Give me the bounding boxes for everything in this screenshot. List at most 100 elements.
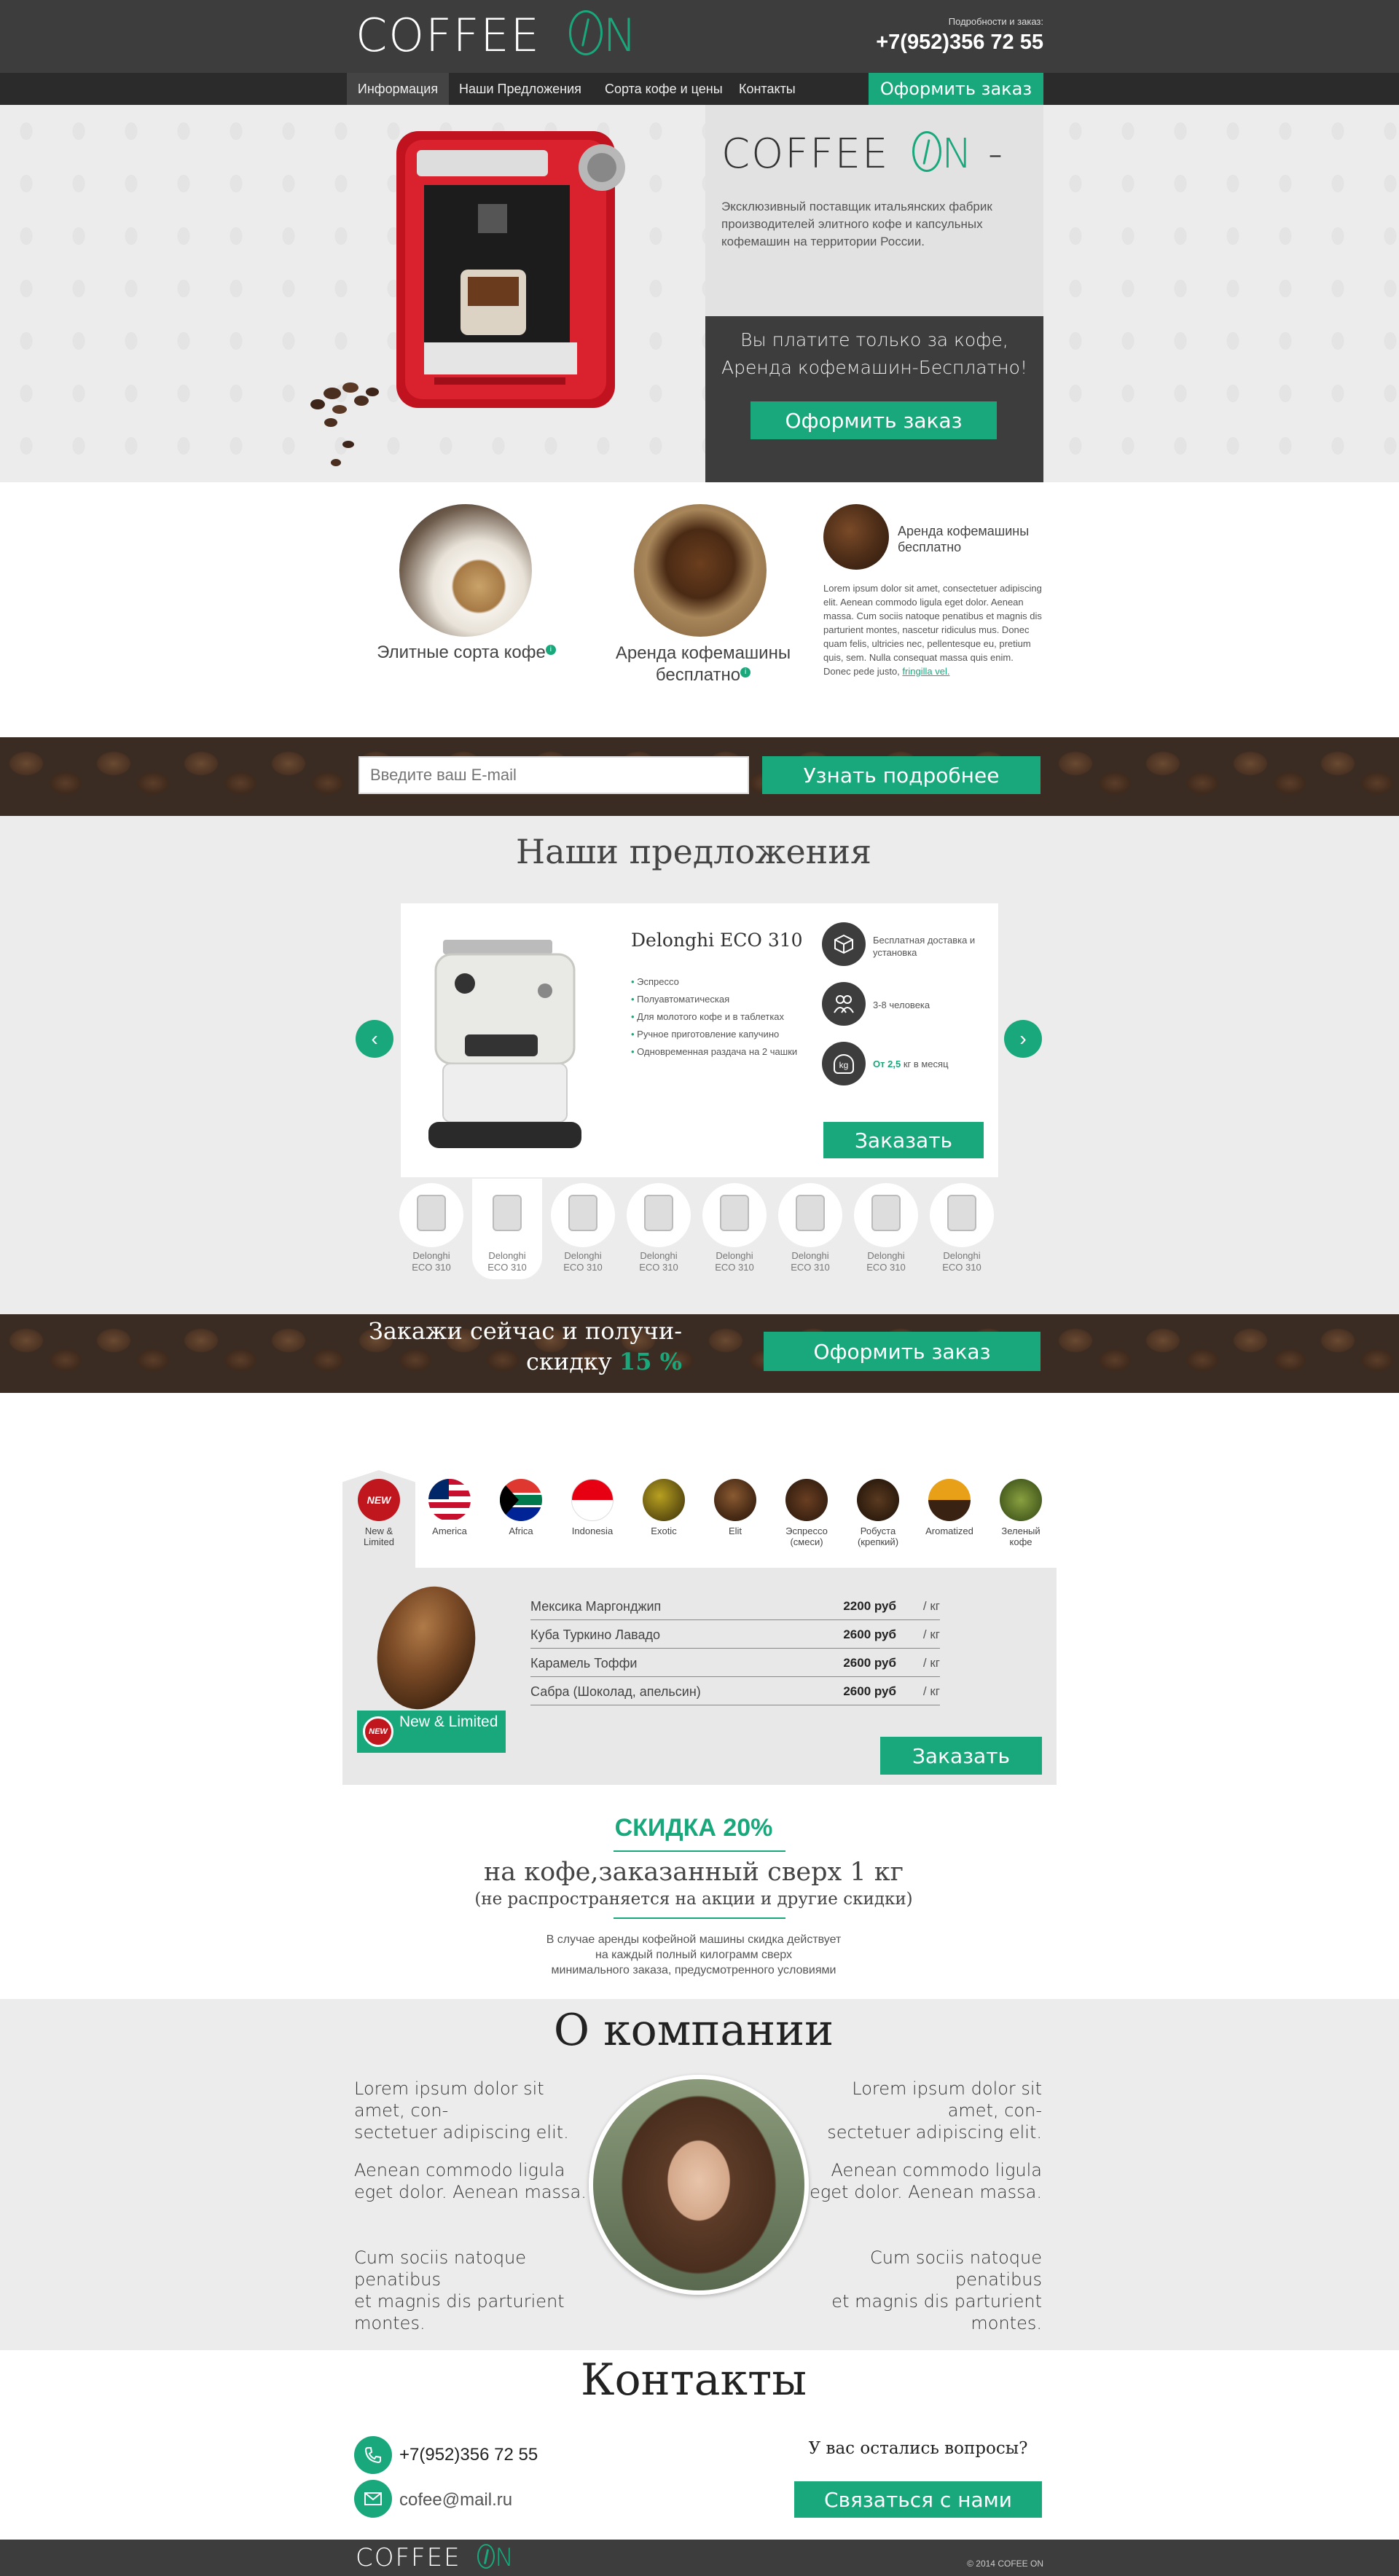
about-title: О компании: [553, 2005, 834, 2056]
about-text-line: Lorem ipsum dolor sit amet, con-: [354, 2078, 544, 2121]
about-right-1: Lorem ipsum dolor sit amet, con-sectetue…: [802, 2078, 1042, 2143]
about-text-line: et magnis dis parturient montes.: [831, 2291, 1042, 2333]
thumb-label-line2: ECO 310: [487, 1262, 527, 1273]
product-thumb[interactable]: Delonghi ECO 310: [396, 1179, 466, 1279]
contacts-phone[interactable]: +7(952)356 72 55: [399, 2445, 538, 2465]
tab-label-line1: Aromatized: [925, 1525, 973, 1536]
tab-new-limited[interactable]: NEW New & Limited: [346, 1479, 412, 1547]
price-row-price: 2200 руб: [843, 1599, 896, 1613]
discount-line2: скидку 15 %: [344, 1348, 682, 1375]
product-thumb[interactable]: Delonghi ECO 310: [700, 1179, 769, 1279]
header-phone[interactable]: +7(952)356 72 55: [825, 31, 1043, 55]
feature-rental-link[interactable]: fringilla vel.: [902, 666, 949, 677]
new-badge-text: NEW: [369, 1727, 388, 1736]
price-row-price: 2600 руб: [843, 1684, 896, 1698]
product-thumb[interactable]: Delonghi ECO 310: [775, 1179, 845, 1279]
tab-green-coffee[interactable]: Зеленый кофе: [988, 1479, 1054, 1547]
feature-rental-title: Аренда кофемашины бесплатно: [898, 524, 1030, 554]
tab-elit[interactable]: Elit: [702, 1479, 768, 1536]
price-row-unit: / кг: [922, 1684, 940, 1698]
price-row-name: Куба Туркино Лавадо: [530, 1627, 660, 1642]
tab-espresso[interactable]: Эспрессо (смеси): [774, 1479, 839, 1547]
header-logo[interactable]: COFFEE N: [356, 10, 638, 61]
product-thumb[interactable]: Delonghi ECO 310: [927, 1179, 997, 1279]
contact-us-button[interactable]: Связаться с нами: [794, 2481, 1042, 2518]
sale-note-line: на каждый полный килограмм сверх: [595, 1949, 792, 1961]
thumb-label-line2: ECO 310: [866, 1262, 906, 1273]
contacts-email[interactable]: cofee@mail.ru: [399, 2490, 512, 2510]
varieties-order-button[interactable]: Заказать: [880, 1737, 1042, 1775]
product-thumb-active[interactable]: Delonghi ECO 310: [472, 1179, 542, 1279]
hero-logo-text: COFFEE: [721, 130, 890, 178]
thumb-image: [778, 1183, 842, 1247]
product-feature-item: • Эспрессо: [631, 976, 679, 987]
thumb-label-line2: ECO 310: [412, 1262, 451, 1273]
nav-item-info[interactable]: Информация: [347, 73, 449, 105]
price-row-price: 2600 руб: [843, 1627, 896, 1641]
product-features-list: • Эспрессо • Полуавтоматическая • Для мо…: [631, 973, 828, 1061]
green-coffee-icon: [1000, 1479, 1042, 1521]
nav-order-button[interactable]: Оформить заказ: [869, 73, 1043, 105]
hero-section: [0, 105, 1399, 482]
coffee-beans-image: [823, 504, 889, 570]
nav-item-contacts[interactable]: Контакты: [739, 73, 796, 105]
varieties-label-text: New & Limited: [399, 1713, 498, 1730]
thumb-label-line1: Delonghi: [564, 1250, 602, 1261]
new-badge-icon: NEW: [363, 1716, 393, 1747]
discount-order-button[interactable]: Оформить заказ: [764, 1332, 1041, 1371]
price-row: Карамель Тоффи 2600 руб / кг: [530, 1649, 940, 1677]
about-left-2: Aenean commodo ligula eget dolor. Aenean …: [354, 2159, 595, 2203]
thumb-image: [399, 1183, 463, 1247]
sale-note: В случае аренды кофейной машины скидка д…: [344, 1932, 1043, 1978]
about-text-line: Aenean commodo ligula: [354, 2160, 565, 2180]
footer-bar: [0, 2540, 1399, 2576]
learn-more-button[interactable]: Узнать подробнее: [762, 756, 1041, 794]
product-order-button[interactable]: Заказать: [823, 1122, 984, 1158]
sale-title: СКИДКА 20%: [614, 1814, 773, 1842]
thumb-image: [627, 1183, 691, 1247]
coffee-bean-icon: [569, 10, 603, 55]
about-text-line: eget dolor. Aenean massa.: [810, 2182, 1042, 2202]
thumb-image: [854, 1183, 918, 1247]
nav-item-varieties[interactable]: Сорта кофе и цены: [605, 73, 723, 105]
tab-africa[interactable]: Africa: [488, 1479, 554, 1536]
next-arrow-button[interactable]: ›: [1004, 1020, 1042, 1058]
perk-people: 3-8 человека: [873, 1000, 930, 1010]
email-input[interactable]: [358, 756, 749, 794]
hero-order-button[interactable]: Оформить заказ: [751, 401, 997, 439]
product-feature-item: • Одновременная раздача на 2 чашки: [631, 1046, 798, 1057]
product-name: Delonghi ECO 310: [631, 930, 803, 951]
tab-indonesia[interactable]: Indonesia: [560, 1479, 625, 1536]
thumb-label-line1: Delonghi: [867, 1250, 905, 1261]
tab-exotic[interactable]: Exotic: [631, 1479, 697, 1536]
tab-label-line1: Exotic: [651, 1525, 677, 1536]
thumb-label-line1: Delonghi: [943, 1250, 981, 1261]
footer-logo[interactable]: COFFEE N: [356, 2542, 515, 2573]
espresso-beans-icon: [785, 1479, 828, 1521]
tab-america[interactable]: America: [417, 1479, 482, 1536]
product-thumb[interactable]: Delonghi ECO 310: [624, 1179, 694, 1279]
price-row: Мексика Маргонджип 2200 руб / кг: [530, 1593, 940, 1620]
nav-item-offers[interactable]: Наши Предложения: [459, 73, 581, 105]
tab-robusta[interactable]: Робуста (крепкий): [845, 1479, 911, 1547]
header-bar: [0, 0, 1399, 73]
tab-aromatized[interactable]: Aromatized: [917, 1479, 982, 1536]
sale-note-line: В случае аренды кофейной машины скидка д…: [546, 1933, 842, 1946]
hero-promo-line1: Вы платите только за кофе,: [740, 329, 1008, 350]
thumb-label-line2: ECO 310: [791, 1262, 830, 1273]
prev-arrow-button[interactable]: ‹: [356, 1020, 393, 1058]
perk-weight-value: 2,5: [887, 1059, 901, 1069]
product-thumb[interactable]: Delonghi ECO 310: [548, 1179, 618, 1279]
info-icon: i: [740, 667, 751, 678]
product-feature-text: Для молотого кофе и в таблетках: [637, 1011, 785, 1022]
about-right-3: Cum sociis natoque penatibus et magnis di…: [802, 2247, 1042, 2334]
thumb-image: [702, 1183, 767, 1247]
product-feature-text: Одновременная раздача на 2 чашки: [637, 1046, 798, 1057]
offers-title: Наши предложения: [515, 832, 872, 871]
tab-label-line2: Limited: [364, 1536, 394, 1547]
about-text-line: Cum sociis natoque penatibus: [354, 2247, 527, 2290]
perk-weight-prefix: От: [873, 1059, 885, 1069]
product-thumb[interactable]: Delonghi ECO 310: [851, 1179, 921, 1279]
feature-rental-text: Lorem ipsum dolor sit amet, consectetuer…: [823, 581, 1043, 678]
coffee-machine-image: [310, 131, 625, 466]
